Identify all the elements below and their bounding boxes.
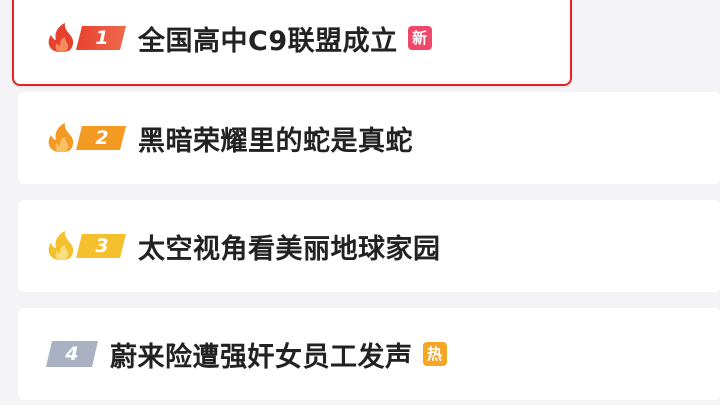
rank-number: 3 [95, 235, 109, 257]
hot-badge: 热 [422, 342, 447, 366]
hot-item-title[interactable]: 黑暗荣耀里的蛇是真蛇 [138, 119, 413, 158]
hot-item-title[interactable]: 全国高中C9联盟成立 [138, 19, 398, 58]
hot-item-2[interactable]: 2 黑暗荣耀里的蛇是真蛇 [18, 92, 720, 184]
rank-number: 1 [95, 27, 109, 49]
rank-number: 2 [95, 127, 109, 149]
rank-badge-1: 1 [46, 22, 126, 54]
rank-number: 4 [65, 343, 79, 365]
rank-badge-3: 3 [46, 230, 126, 262]
hot-item-4[interactable]: 4 蔚来险遭强奸女员工发声 热 [18, 308, 720, 400]
rank-badge-4: 4 [46, 341, 98, 367]
hot-search-list: 1 全国高中C9联盟成立 新 2 黑暗荣耀里的蛇是真蛇 3 太空视角看美丽地球家… [0, 0, 720, 405]
hot-item-title[interactable]: 太空视角看美丽地球家园 [138, 227, 441, 266]
new-badge: 新 [407, 26, 432, 50]
hot-item-3[interactable]: 3 太空视角看美丽地球家园 [18, 200, 720, 292]
hot-item-title[interactable]: 蔚来险遭强奸女员工发声 [110, 335, 413, 374]
hot-item-1[interactable]: 1 全国高中C9联盟成立 新 [12, 0, 572, 86]
rank-badge-2: 2 [46, 122, 126, 154]
